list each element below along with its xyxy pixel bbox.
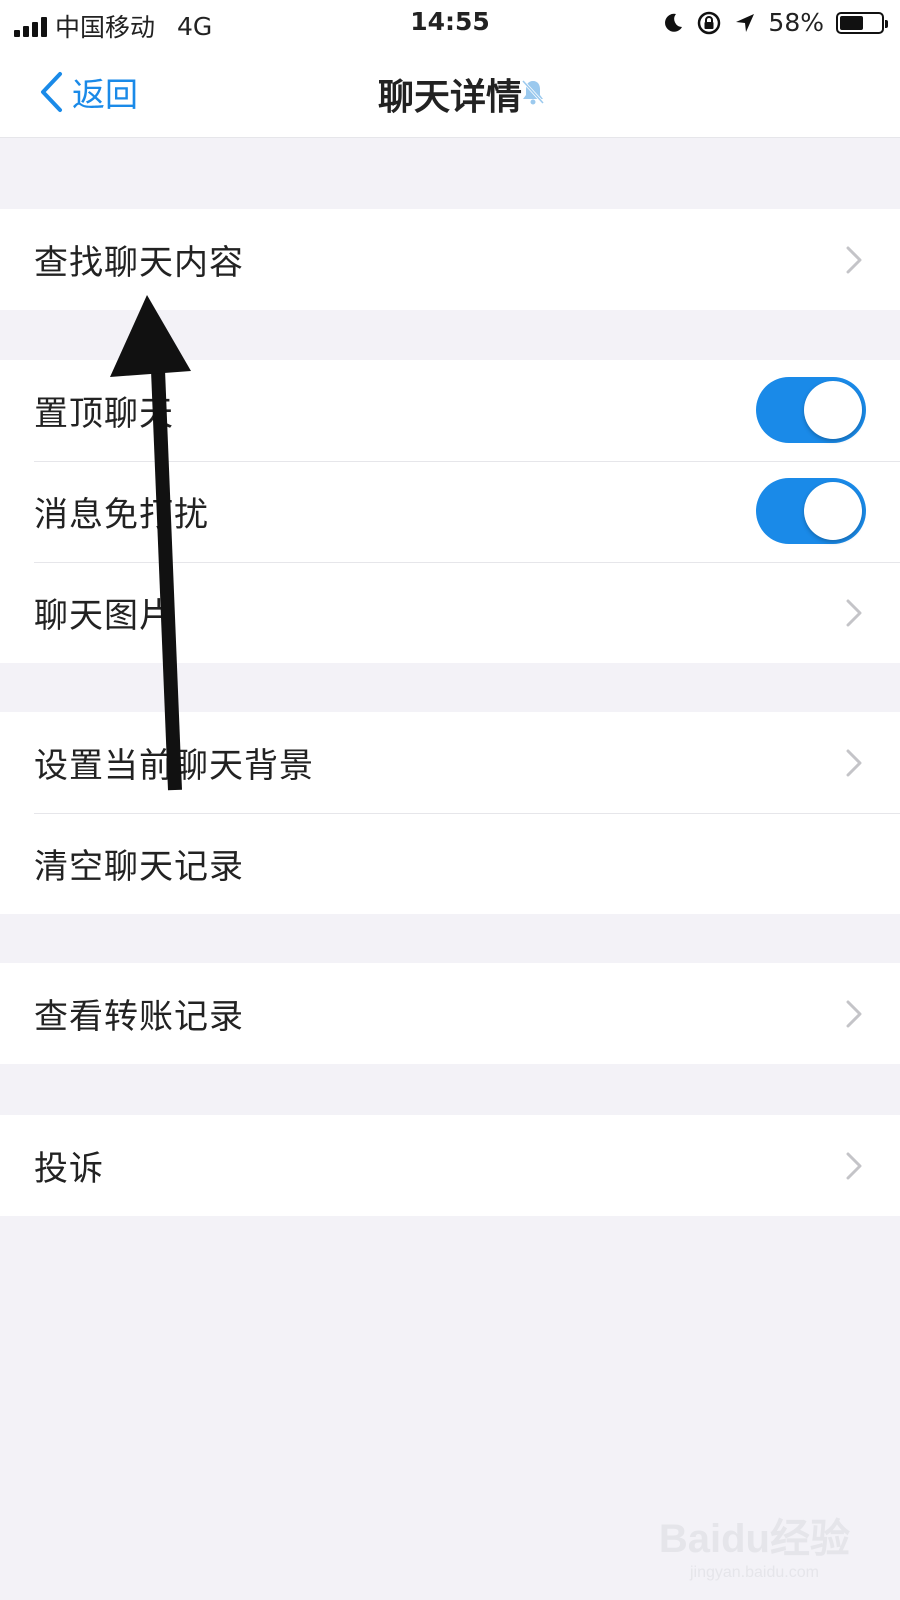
status-bar: 中国移动 4G 14:55 58% xyxy=(0,0,900,46)
mute-bell-icon xyxy=(521,79,545,105)
row-search-chat-content[interactable]: 查找聊天内容 xyxy=(0,209,900,310)
row-complaint[interactable]: 投诉 xyxy=(0,1115,900,1216)
section-transfers: 查看转账记录 xyxy=(0,963,900,1064)
moon-icon xyxy=(665,13,683,32)
row-label: 设置当前聊天背景 xyxy=(34,746,314,786)
section-complaint: 投诉 xyxy=(0,1115,900,1216)
page-title: 聊天详情 xyxy=(377,77,522,118)
chat-details-screen: 中国移动 4G 14:55 58% 返回 聊天详情 查找聊天内容 置顶聊天 消息… xyxy=(0,0,900,1600)
row-set-chat-background[interactable]: 设置当前聊天背景 xyxy=(0,712,900,813)
battery-percent: 58% xyxy=(768,8,824,37)
row-pin-chat: 置顶聊天 xyxy=(0,360,900,461)
chevron-right-icon xyxy=(846,1000,862,1028)
watermark-brand: Baidu经验 xyxy=(658,1517,850,1561)
battery-icon xyxy=(836,11,888,34)
chevron-right-icon xyxy=(846,599,862,627)
status-right: 58% xyxy=(662,8,888,37)
nav-bar: 返回 聊天详情 xyxy=(0,46,900,138)
row-label: 消息免打扰 xyxy=(34,495,209,535)
toggle-knob xyxy=(804,482,862,540)
row-label: 查找聊天内容 xyxy=(34,243,244,283)
section-background-history: 设置当前聊天背景 清空聊天记录 xyxy=(0,712,900,914)
row-label: 投诉 xyxy=(34,1149,104,1189)
row-do-not-disturb: 消息免打扰 xyxy=(0,461,900,562)
row-label: 聊天图片 xyxy=(34,596,174,636)
chevron-right-icon xyxy=(846,749,862,777)
watermark-site: jingyan.baidu.com xyxy=(689,1564,819,1581)
row-label: 置顶聊天 xyxy=(34,394,174,434)
location-icon xyxy=(736,13,755,32)
battery-fill xyxy=(840,15,864,30)
row-label: 查看转账记录 xyxy=(34,997,244,1037)
do-not-disturb-toggle[interactable] xyxy=(756,478,866,544)
row-clear-chat-history[interactable]: 清空聊天记录 xyxy=(0,813,900,914)
toggle-knob xyxy=(804,381,862,439)
pin-chat-toggle[interactable] xyxy=(756,377,866,443)
section-search: 查找聊天内容 xyxy=(0,209,900,310)
rotation-lock-icon xyxy=(698,11,721,34)
chevron-right-icon xyxy=(846,246,862,274)
row-view-transfer-records[interactable]: 查看转账记录 xyxy=(0,963,900,1064)
section-chat-settings: 置顶聊天 消息免打扰 聊天图片 xyxy=(0,360,900,663)
baidu-watermark: Baidu经验 jingyan.baidu.com xyxy=(659,1506,850,1582)
chevron-right-icon xyxy=(846,1152,862,1180)
row-label: 清空聊天记录 xyxy=(34,847,244,887)
row-chat-images[interactable]: 聊天图片 xyxy=(0,562,900,663)
